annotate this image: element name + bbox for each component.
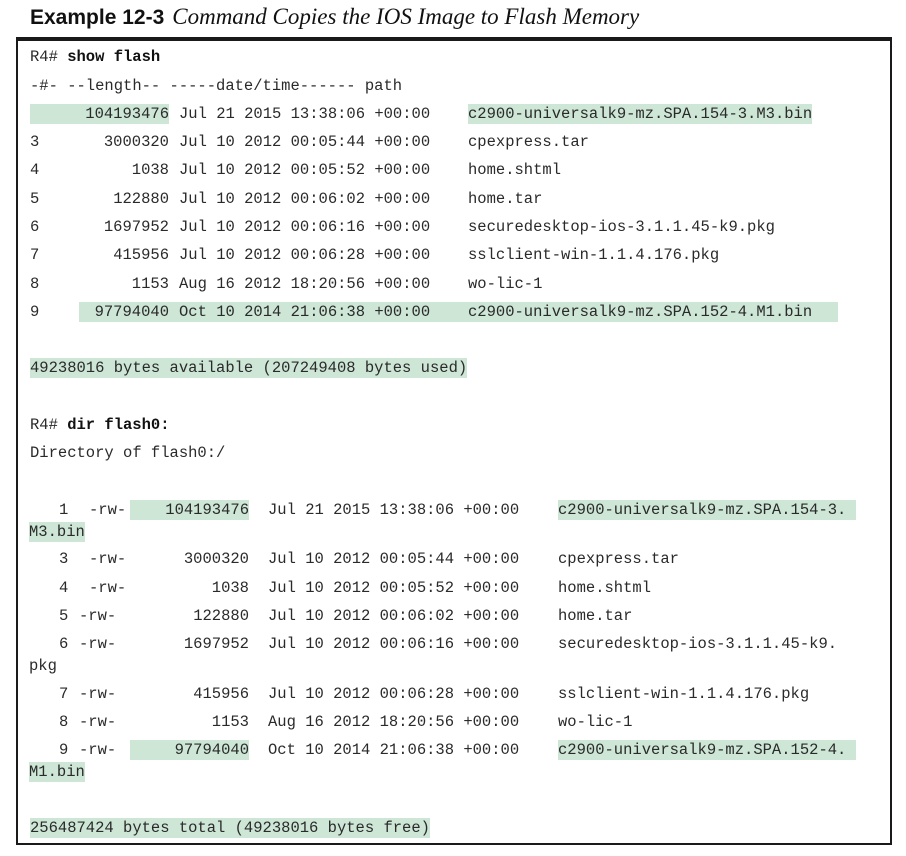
dir-path-wrap: M1.bin [29,762,85,782]
dir-path: c2900-universalk9-mz.SPA.152-4. [558,740,857,760]
dir-permissions: -rw- [89,550,127,568]
example-label: Example 12-3 [30,6,165,29]
dir-length: 1038 [211,579,249,597]
dir-length: 415956 [193,685,249,703]
dir-path: home.shtml [558,579,652,597]
dir-datetime: Jul 10 2012 00:05:52 +00:00 [268,579,520,597]
dir-index: 4 [59,579,69,597]
file-path: securedesktop-ios-3.1.1.45-k9.pkg [468,218,775,236]
cli-command: dir flash0: [67,416,170,434]
dir-path: securedesktop-ios-3.1.1.45-k9. [558,635,838,653]
directory-label: Directory of flash0:/ [30,444,226,462]
dir-permissions: -rw- [89,501,127,519]
file-path: c2900-universalk9-mz.SPA.152-4.M1.bin [468,303,813,321]
file-datetime: Oct 10 2014 21:06:38 +00:00 [179,303,431,321]
cli-prompt: R4# [30,416,68,434]
dir-permissions: -rw- [89,579,127,597]
cli-prompt: R4# [30,48,68,66]
flash-bytes-summary: 49238016 bytes available (207249408 byte… [30,358,468,378]
dir-length: 3000320 [183,550,249,568]
file-datetime: Jul 21 2015 13:38:06 +00:00 [179,105,431,123]
cli-command: show flash [67,48,161,66]
dir-index: 1 [59,501,69,519]
file-length: 97794040 [94,303,169,321]
file-path: cpexpress.tar [468,133,589,151]
dir-length: 1153 [211,713,249,731]
file-length: 1153 [131,275,169,293]
example-title: Example 12-3 Command Copies the IOS Image… [30,4,639,38]
dir-path: sslclient-win-1.1.4.176.pkg [558,685,810,703]
file-path: home.tar [468,190,543,208]
file-datetime: Jul 10 2012 00:06:28 +00:00 [179,246,431,264]
file-datetime: Jul 10 2012 00:05:52 +00:00 [179,161,431,179]
file-path: c2900-universalk9-mz.SPA.154-3.M3.bin [468,104,813,124]
dir-index: 8 [59,713,69,731]
dir-permissions: -rw- [79,607,117,625]
file-datetime: Aug 16 2012 18:20:56 +00:00 [179,275,431,293]
dir-length: 122880 [193,607,249,625]
dir-permissions: -rw- [79,635,117,653]
dir-path-wrap: M3.bin [29,522,85,542]
dir-length: 97794040 [130,740,249,760]
file-length: 1038 [131,161,169,179]
file-length: 122880 [113,190,169,208]
file-path: wo-lic-1 [468,275,543,293]
dir-path-wrap: pkg [29,657,57,675]
file-datetime: Jul 10 2012 00:05:44 +00:00 [179,133,431,151]
file-length: 1697952 [103,218,169,236]
dir-index: 3 [59,550,69,568]
dir-path: c2900-universalk9-mz.SPA.154-3. [558,500,857,520]
file-length: 104193476 [30,104,169,124]
column-header: -#- --length-- -----date/time------ path [30,77,403,95]
dir-path: wo-lic-1 [558,713,633,731]
file-path: sslclient-win-1.1.4.176.pkg [468,246,720,264]
file-path: home.shtml [468,161,562,179]
dir-length: 1697952 [183,635,249,653]
dir-datetime: Jul 10 2012 00:06:16 +00:00 [268,635,520,653]
dir-permissions: -rw- [79,685,117,703]
dir-datetime: Jul 10 2012 00:06:02 +00:00 [268,607,520,625]
dir-path: home.tar [558,607,633,625]
file-index: 9 [30,303,40,321]
dir-index: 6 [59,635,69,653]
dir-datetime: Jul 21 2015 13:38:06 +00:00 [268,501,520,519]
dir-bytes-summary: 256487424 bytes total (49238016 bytes fr… [30,818,430,838]
example-caption: Command Copies the IOS Image to Flash Me… [172,4,640,29]
file-length: 3000320 [103,133,169,151]
dir-path: cpexpress.tar [558,550,679,568]
dir-datetime: Aug 16 2012 18:20:56 +00:00 [268,713,520,731]
dir-permissions: -rw- [79,741,117,759]
dir-index: 9 [59,741,69,759]
dir-index: 5 [59,607,69,625]
dir-permissions: -rw- [79,713,117,731]
dir-length: 104193476 [130,500,249,520]
dir-datetime: Oct 10 2014 21:06:38 +00:00 [268,741,520,759]
file-datetime: Jul 10 2012 00:06:16 +00:00 [179,218,431,236]
file-length: 415956 [113,246,169,264]
dir-datetime: Jul 10 2012 00:06:28 +00:00 [268,685,520,703]
dir-datetime: Jul 10 2012 00:05:44 +00:00 [268,550,520,568]
dir-index: 7 [59,685,69,703]
file-datetime: Jul 10 2012 00:06:02 +00:00 [179,190,431,208]
